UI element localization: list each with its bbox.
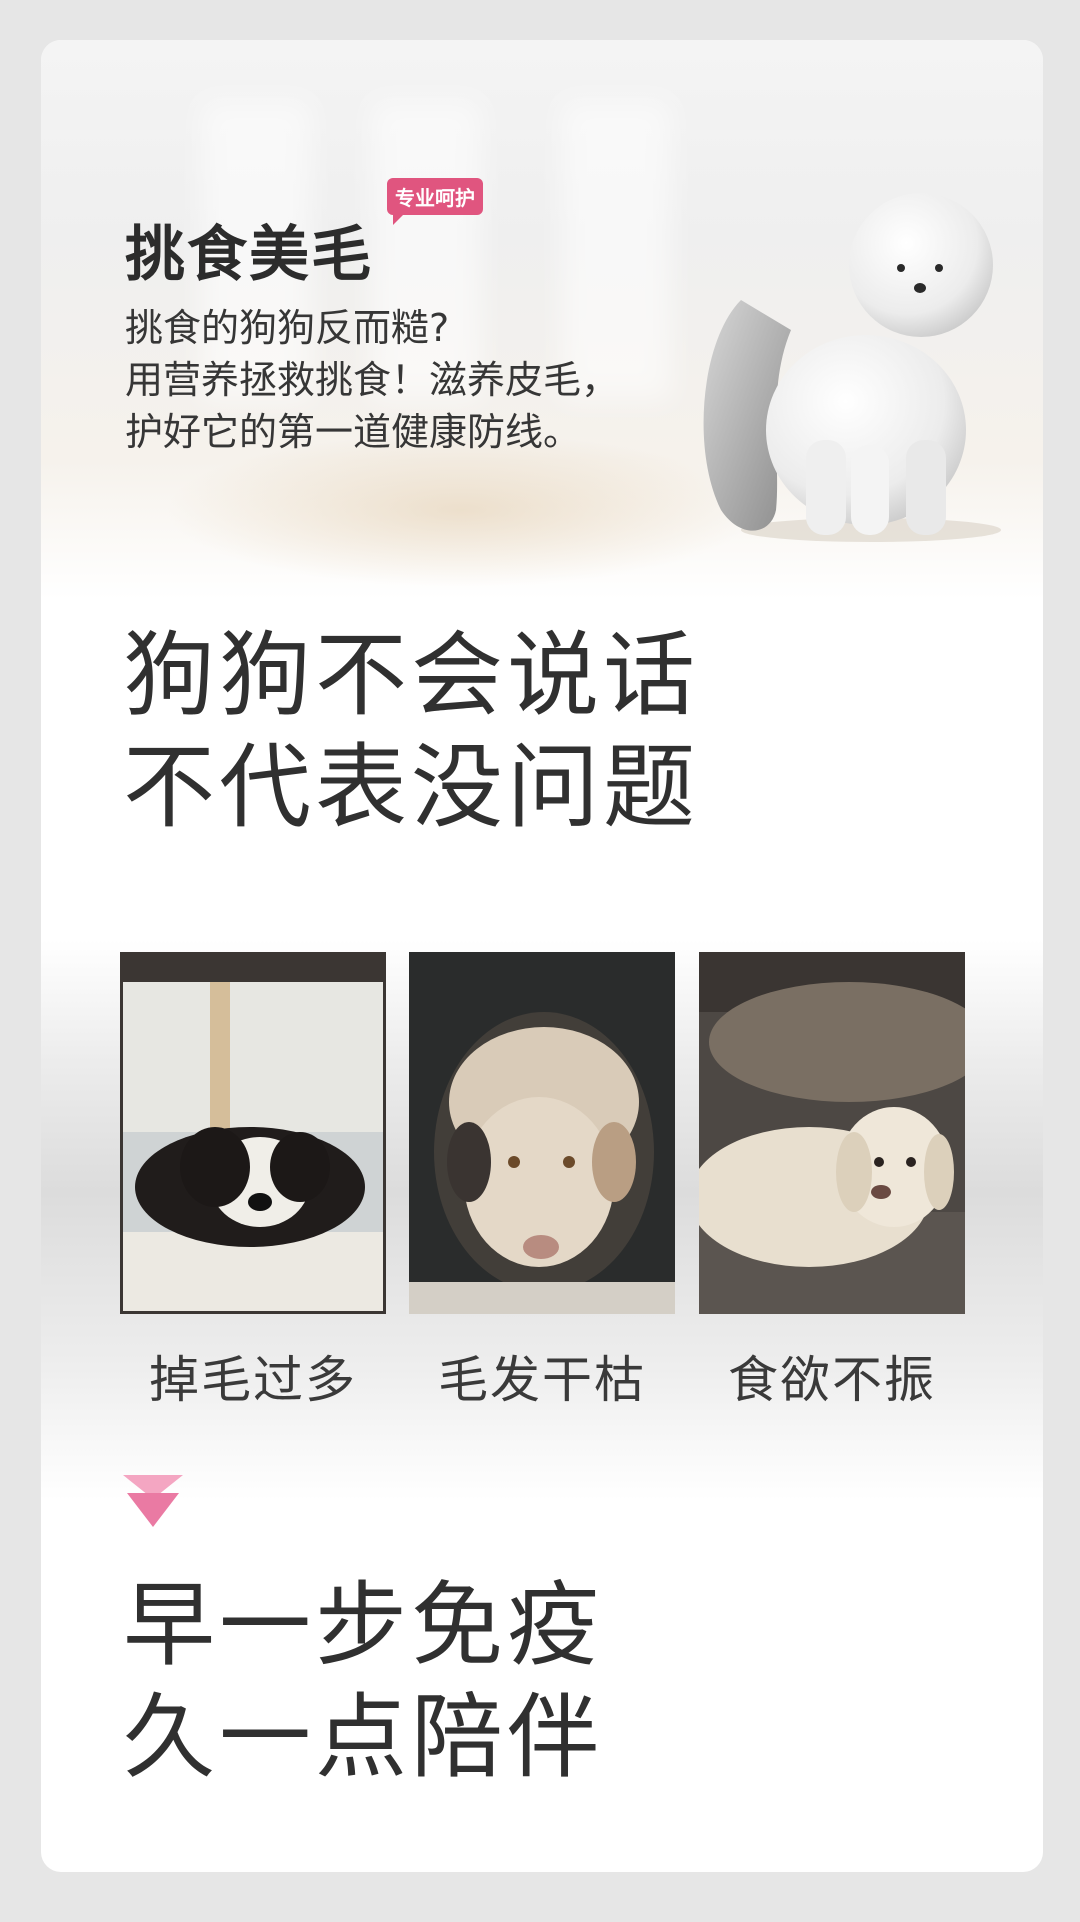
caption-dry-fur: 毛发干枯 xyxy=(438,1351,646,1409)
professional-care-badge: 专业呵护 xyxy=(387,178,483,225)
hero-title: 挑食美毛 xyxy=(125,220,373,290)
photo-shedding-dog xyxy=(120,952,386,1314)
bichon-dog-image xyxy=(703,193,1001,542)
caption-shedding: 掉毛过多 xyxy=(149,1351,357,1409)
hero-line: 挑食的狗狗反而糙? xyxy=(125,306,450,350)
headline-line: 久一点陪伴 xyxy=(123,1684,604,1791)
page-card: 挑食美毛 专业呵护 挑食的狗狗反而糙? 用营养拯救挑食！滋养皮毛， 护好它的第一… xyxy=(41,40,1043,1872)
photo-dry-fur-dog xyxy=(409,952,675,1314)
hero-line: 用营养拯救挑食！滋养皮毛， xyxy=(125,358,620,402)
headline-line: 狗狗不会说话 xyxy=(123,622,700,729)
hero-line: 护好它的第一道健康防线。 xyxy=(125,410,582,454)
headline-early-immunity: 早一步免疫 久一点陪伴 xyxy=(123,1570,603,1794)
hero-description: 挑食的狗狗反而糙? 用营养拯救挑食！滋养皮毛， 护好它的第一道健康防线。 xyxy=(125,302,619,458)
headline-line: 早一步免疫 xyxy=(123,1572,604,1679)
double-down-arrow-icon xyxy=(123,1475,183,1527)
caption-poor-appetite: 食欲不振 xyxy=(728,1351,936,1409)
photo-poor-appetite-dog xyxy=(699,952,965,1314)
headline-dogs-cant-talk: 狗狗不会说话 不代表没问题 xyxy=(123,620,699,844)
hero-banner: 挑食美毛 专业呵护 挑食的狗狗反而糙? 用营养拯救挑食！滋养皮毛， 护好它的第一… xyxy=(41,40,1043,600)
headline-line: 不代表没问题 xyxy=(123,734,700,841)
